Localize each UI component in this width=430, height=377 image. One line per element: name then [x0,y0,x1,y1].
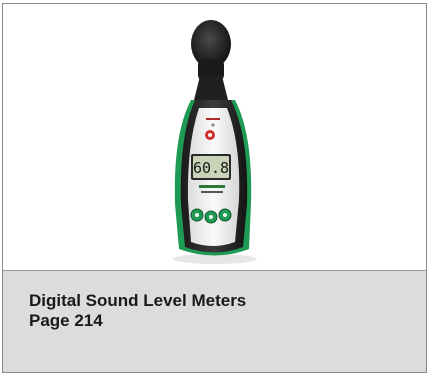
sound-level-meter-image: 60.8 [173,20,257,264]
product-title[interactable]: Digital Sound Level Meters [29,291,246,311]
product-image-area[interactable]: 60.8 [3,4,426,271]
meter-buttons-icon [190,208,232,224]
product-page-reference[interactable]: Page 214 [29,311,103,331]
product-card[interactable]: 60.8 Digital Sound Level Meters Page 214 [2,3,427,373]
product-caption: Digital Sound Level Meters Page 214 [3,271,426,372]
display-reading: 60.8 [193,159,229,177]
windscreen-icon [191,20,231,81]
